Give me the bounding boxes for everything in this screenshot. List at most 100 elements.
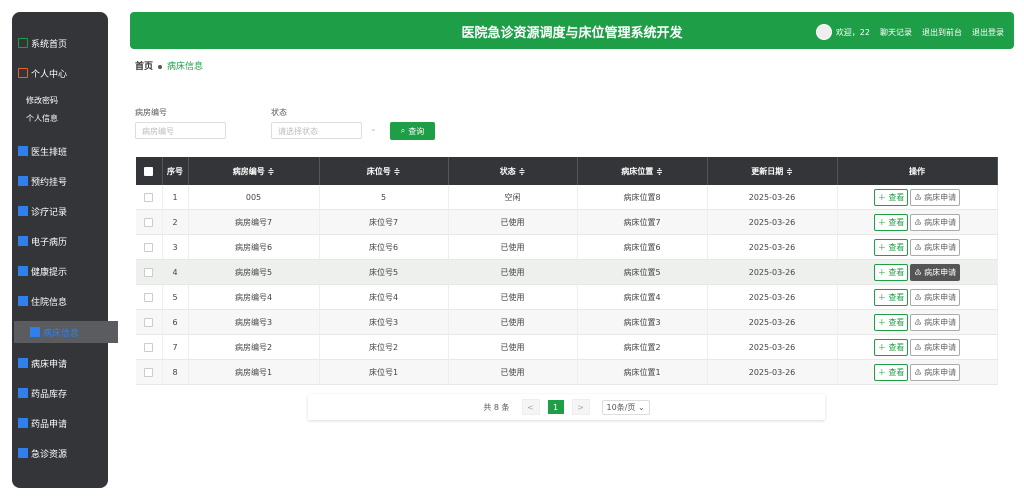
col-header-bed[interactable]: 床位号 ≑	[319, 157, 449, 185]
cell-no: 7	[162, 334, 189, 360]
sidebar-item-label: 药品申请	[31, 419, 68, 430]
cell-bed: 床位号3	[319, 309, 449, 335]
table-row[interactable]: 2 病房编号7 床位号7 已使用 病床位置7 2025-03-26 ＋ 查看 ♳ 病床申请	[136, 209, 998, 235]
grid-icon	[18, 388, 28, 398]
logout-link[interactable]: 退出登录	[972, 27, 1004, 38]
view-button[interactable]: ＋ 查看	[873, 338, 909, 356]
sidebar-item-0[interactable]: 系统首页	[0, 32, 96, 54]
bed-apply-button[interactable]: ♳ 病床申请	[910, 313, 961, 331]
page-size-select[interactable]: 10条/页 ⌄	[601, 399, 650, 415]
header-actions: 欢迎，22 聊天记录 退出到前台 退出登录	[815, 24, 1004, 40]
sidebar-item-label: 系统首页	[31, 39, 68, 50]
chat-record-link[interactable]: 聊天记录	[880, 27, 912, 38]
table-row[interactable]: 8 病房编号1 床位号1 已使用 病床位置1 2025-03-26 ＋ 查看 ♳ 病床申请	[136, 359, 998, 385]
cell-room: 病房编号4	[188, 284, 320, 310]
sidebar-item-8[interactable]: 病床信息	[14, 321, 118, 343]
select-all-checkbox[interactable]	[136, 157, 163, 185]
cell-bed: 床位号7	[319, 209, 449, 235]
row-checkbox[interactable]	[136, 209, 163, 235]
sidebar-item-11[interactable]: 药品申请	[0, 412, 96, 434]
check-icon	[18, 266, 28, 276]
view-button[interactable]: ＋ 查看	[873, 363, 909, 381]
table-row[interactable]: 6 病房编号3 床位号3 已使用 病床位置3 2025-03-26 ＋ 查看 ♳ 病床申请	[136, 309, 998, 335]
grid-icon	[18, 236, 28, 246]
view-button[interactable]: ＋ 查看	[873, 238, 909, 256]
cell-actions: ＋ 查看 ♳ 病床申请	[837, 209, 998, 235]
sidebar-item-7[interactable]: 住院信息	[0, 290, 96, 312]
cell-date: 2025-03-26	[707, 234, 838, 260]
avatar[interactable]	[815, 24, 832, 40]
row-checkbox[interactable]	[136, 185, 163, 210]
table-row[interactable]: 5 病房编号4 床位号4 已使用 病床位置4 2025-03-26 ＋ 查看 ♳ 病床申请	[136, 284, 998, 310]
bed-apply-button[interactable]: ♳ 病床申请	[910, 363, 961, 381]
room-number-input[interactable]: 病房编号	[135, 122, 226, 139]
wallet-icon	[18, 68, 28, 78]
view-button[interactable]: ＋ 查看	[873, 188, 909, 206]
col-header-room[interactable]: 病房编号 ≑	[188, 157, 320, 185]
cell-date: 2025-03-26	[707, 185, 838, 210]
cell-status: 已使用	[448, 334, 578, 360]
cell-date: 2025-03-26	[707, 359, 838, 385]
sidebar-item-1[interactable]: 个人中心	[0, 62, 96, 84]
cell-actions: ＋ 查看 ♳ 病床申请	[837, 334, 998, 360]
table-row[interactable]: 4 病房编号5 床位号5 已使用 病床位置5 2025-03-26 ＋ 查看 ♳ 病床申请	[136, 259, 998, 285]
cell-status: 空闲	[448, 185, 578, 210]
col-header-status[interactable]: 状态 ≑	[448, 157, 578, 185]
sidebar-item-10[interactable]: 药品库存	[0, 382, 96, 404]
table-row[interactable]: 1 005 5 空闲 病床位置8 2025-03-26 ＋ 查看 ♳ 病床申请	[136, 185, 998, 210]
row-checkbox[interactable]	[136, 284, 163, 310]
page-1-button[interactable]: 1	[547, 400, 564, 414]
sidebar-item-9[interactable]: 病床申请	[0, 352, 96, 374]
cell-room: 病房编号3	[188, 309, 320, 335]
cell-location: 病床位置8	[577, 185, 708, 210]
breadcrumb-home[interactable]: 首页	[135, 62, 153, 72]
query-button[interactable]: ⌕ 查询	[390, 122, 435, 140]
table-row[interactable]: 3 病房编号6 床位号6 已使用 病床位置6 2025-03-26 ＋ 查看 ♳ 病床申请	[136, 234, 998, 260]
row-checkbox[interactable]	[136, 334, 163, 360]
col-header-location[interactable]: 病床位置 ≑	[577, 157, 708, 185]
bed-apply-button[interactable]: ♳ 病床申请	[910, 288, 961, 306]
sidebar-item-label: 个人中心	[31, 69, 68, 80]
bed-apply-button[interactable]: ♳ 病床申请	[910, 338, 961, 356]
back-to-frontend-link[interactable]: 退出到前台	[922, 27, 962, 38]
row-checkbox[interactable]	[136, 309, 163, 335]
room-number-label: 病房编号	[135, 108, 167, 117]
sidebar-item-4[interactable]: 诊疗记录	[0, 200, 96, 222]
home-icon	[18, 38, 28, 48]
sidebar-item-3[interactable]: 预约挂号	[0, 170, 96, 192]
sidebar-item-12[interactable]: 急诊资源	[0, 442, 96, 464]
next-page-button[interactable]: >	[571, 399, 590, 415]
bed-apply-button[interactable]: ♳ 病床申请	[910, 263, 961, 281]
sidebar-item-2[interactable]: 医生排班	[0, 140, 96, 162]
row-checkbox[interactable]	[136, 359, 163, 385]
sidebar-item-label: 药品库存	[31, 389, 68, 400]
prev-page-button[interactable]: <	[521, 399, 540, 415]
bed-apply-button[interactable]: ♳ 病床申请	[910, 238, 961, 256]
table-row[interactable]: 7 病房编号2 床位号2 已使用 病床位置2 2025-03-26 ＋ 查看 ♳ 病床申请	[136, 334, 998, 360]
sidebar-item-6[interactable]: 健康提示	[0, 260, 96, 282]
query-button-label: 查询	[408, 126, 425, 136]
cell-location: 病床位置6	[577, 234, 708, 260]
view-button[interactable]: ＋ 查看	[873, 313, 909, 331]
cell-no: 5	[162, 284, 189, 310]
sidebar-item-label: 诊疗记录	[31, 207, 68, 218]
cell-room: 005	[188, 185, 320, 210]
bed-apply-button[interactable]: ♳ 病床申请	[910, 188, 961, 206]
sidebar-subitem-1[interactable]: 个人信息	[26, 113, 58, 124]
bed-apply-button[interactable]: ♳ 病床申请	[910, 213, 961, 231]
row-checkbox[interactable]	[136, 259, 163, 285]
row-checkbox[interactable]	[136, 234, 163, 260]
col-header-date[interactable]: 更新日期 ≑	[707, 157, 838, 185]
status-select[interactable]: 请选择状态	[271, 122, 362, 139]
sidebar-subitem-0[interactable]: 修改密码	[26, 95, 58, 106]
breadcrumb: 首页 病床信息	[135, 59, 203, 72]
cell-no: 2	[162, 209, 189, 235]
view-button[interactable]: ＋ 查看	[873, 263, 909, 281]
view-button[interactable]: ＋ 查看	[873, 288, 909, 306]
chevron-down-icon[interactable]: ⌄	[370, 124, 377, 133]
cell-location: 病床位置7	[577, 209, 708, 235]
cell-actions: ＋ 查看 ♳ 病床申请	[837, 234, 998, 260]
cell-status: 已使用	[448, 209, 578, 235]
sidebar-item-5[interactable]: 电子病历	[0, 230, 96, 252]
view-button[interactable]: ＋ 查看	[873, 213, 909, 231]
